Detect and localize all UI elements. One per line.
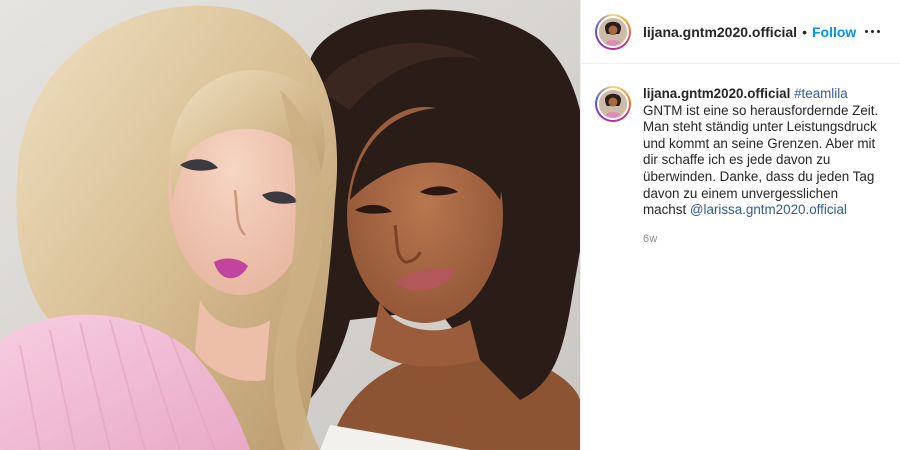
caption-body: lijana.gntm2020.official #teamlila GNTM … (643, 86, 883, 219)
follow-button[interactable]: Follow (812, 24, 856, 40)
avatar-image (597, 88, 629, 120)
caption-hashtag[interactable]: #teamlila (794, 86, 848, 101)
caption-username[interactable]: lijana.gntm2020.official (643, 86, 790, 101)
post-photo[interactable] (0, 0, 580, 450)
caption: lijana.gntm2020.official #teamlila GNTM … (581, 64, 900, 219)
more-horizontal-icon[interactable] (860, 20, 884, 44)
instagram-post: lijana.gntm2020.official • Follow lijana… (0, 0, 900, 450)
caption-mention[interactable]: @larissa.gntm2020.official (690, 202, 847, 217)
header-username[interactable]: lijana.gntm2020.official (643, 24, 797, 40)
caption-avatar[interactable] (595, 86, 631, 122)
post-timestamp[interactable]: 6w (643, 233, 900, 245)
post-side-panel: lijana.gntm2020.official • Follow lijana… (580, 0, 900, 450)
post-header: lijana.gntm2020.official • Follow (581, 0, 900, 64)
selfie-photo (0, 0, 580, 450)
caption-text: GNTM ist eine so herausfordernde Zeit. M… (643, 102, 879, 218)
separator-dot: • (802, 23, 807, 40)
avatar[interactable] (595, 13, 631, 50)
avatar-image (597, 15, 629, 48)
